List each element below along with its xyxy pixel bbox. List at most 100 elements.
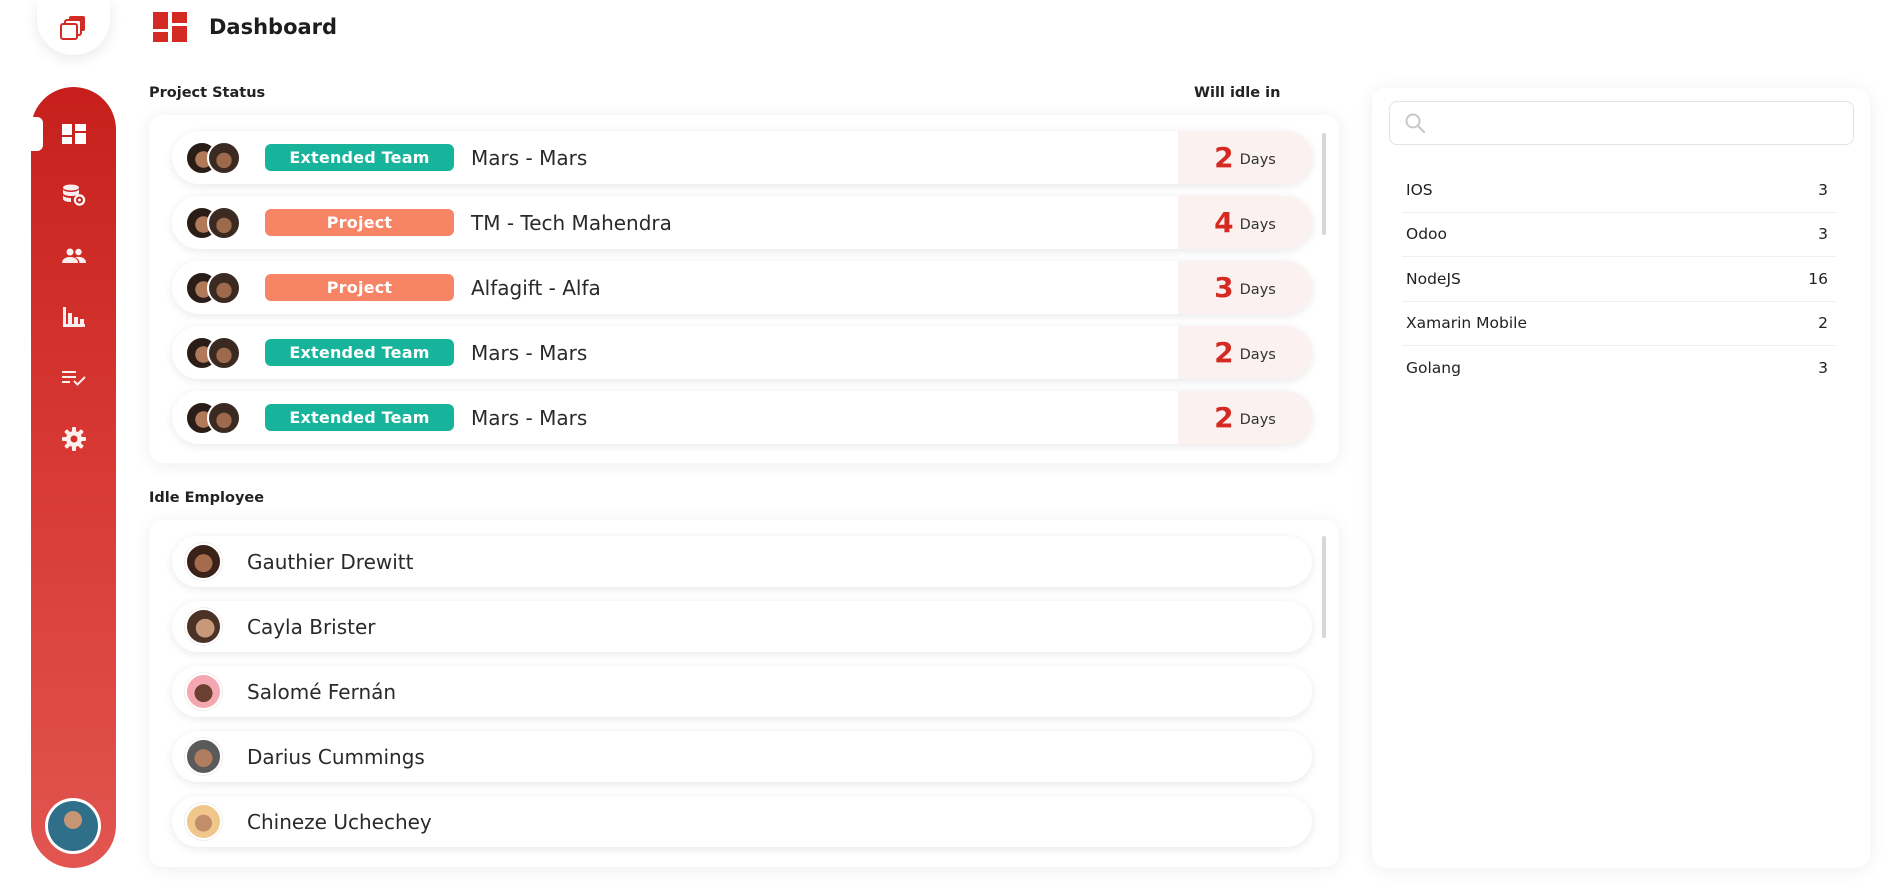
dashboard-icon — [153, 12, 187, 42]
team-avatars — [185, 140, 251, 175]
technology-name: Xamarin Mobile — [1406, 314, 1527, 333]
idle-days-unit: Days — [1239, 412, 1276, 428]
employee-name: Cayla Brister — [247, 614, 376, 639]
technology-list: IOS 3 Odoo 3 NodeJS 16 Xamarin Mobile 2 … — [1402, 168, 1836, 391]
team-avatars — [185, 205, 251, 240]
project-type-tag: Extended Team — [265, 144, 454, 171]
sidebar — [31, 87, 116, 868]
employee-scrollbar[interactable] — [1322, 536, 1326, 638]
employee-avatar — [185, 803, 222, 840]
list-item[interactable]: Golang 3 — [1402, 346, 1836, 391]
project-row[interactable]: Extended Team Mars - Mars 2 Days — [172, 131, 1312, 184]
people-icon — [61, 248, 86, 263]
idle-days: 2 Days — [1178, 326, 1312, 379]
project-row[interactable]: Extended Team Mars - Mars 2 Days — [172, 391, 1312, 444]
sidebar-item-people[interactable] — [31, 238, 116, 274]
project-row[interactable]: Project TM - Tech Mahendra 4 Days — [172, 196, 1312, 249]
avatar — [207, 140, 241, 175]
employee-row[interactable]: Cayla Brister — [172, 601, 1312, 652]
idle-days-number: 4 — [1214, 205, 1234, 239]
project-status-label: Project Status — [149, 85, 266, 101]
idle-days-number: 2 — [1214, 335, 1234, 369]
team-avatars — [185, 335, 251, 370]
search-icon-wrap — [1390, 112, 1440, 134]
employee-avatar — [185, 608, 222, 645]
technology-count: 2 — [1818, 314, 1828, 333]
sidebar-item-dashboard[interactable] — [31, 116, 116, 152]
technology-name: IOS — [1406, 180, 1433, 199]
employee-avatar — [185, 543, 222, 580]
project-type-tag: Project — [265, 274, 454, 301]
idle-employee-label: Idle Employee — [149, 490, 265, 506]
employee-avatar — [185, 738, 222, 775]
technology-count: 3 — [1818, 359, 1828, 378]
avatar — [207, 270, 241, 305]
search-box — [1389, 101, 1854, 145]
avatar — [207, 205, 241, 240]
gear-icon — [61, 427, 86, 451]
project-name: Mars - Mars — [471, 405, 588, 430]
project-row[interactable]: Project Alfagift - Alfa 3 Days — [172, 261, 1312, 314]
idle-days-number: 2 — [1214, 400, 1234, 434]
project-row[interactable]: Extended Team Mars - Mars 2 Days — [172, 326, 1312, 379]
employee-name: Gauthier Drewitt — [247, 549, 414, 574]
user-avatar[interactable] — [45, 798, 101, 854]
employee-row[interactable]: Chineze Uchechey — [172, 796, 1312, 847]
technology-name: Odoo — [1406, 225, 1448, 244]
avatar — [207, 400, 241, 435]
app-logo[interactable] — [37, 0, 110, 55]
project-status-panel: Extended Team Mars - Mars 2 Days Project … — [149, 115, 1339, 463]
database-settings-icon — [62, 184, 85, 206]
technology-count: 3 — [1818, 180, 1828, 199]
list-item[interactable]: Xamarin Mobile 2 — [1402, 302, 1836, 346]
project-type-tag: Extended Team — [265, 339, 454, 366]
idle-days-unit: Days — [1239, 152, 1276, 168]
idle-days: 2 Days — [1178, 131, 1312, 184]
employee-row[interactable]: Salomé Fernán — [172, 666, 1312, 717]
will-idle-in-label: Will idle in — [1194, 85, 1281, 101]
stacked-cards-icon — [59, 15, 85, 40]
search-input[interactable] — [1440, 102, 1853, 144]
sidebar-item-tasks[interactable] — [31, 360, 116, 396]
sidebar-item-reports[interactable] — [31, 299, 116, 335]
project-type-tag: Extended Team — [265, 404, 454, 431]
employee-name: Darius Cummings — [247, 744, 425, 769]
technology-count: 3 — [1818, 225, 1828, 244]
list-item[interactable]: Odoo 3 — [1402, 213, 1836, 257]
technology-name: NodeJS — [1406, 269, 1461, 288]
project-name: Alfagift - Alfa — [471, 275, 601, 300]
idle-days: 2 Days — [1178, 391, 1312, 444]
avatar — [207, 335, 241, 370]
list-item[interactable]: NodeJS 16 — [1402, 257, 1836, 302]
team-avatars — [185, 270, 251, 305]
idle-days-number: 3 — [1214, 270, 1234, 304]
employee-name: Chineze Uchechey — [247, 809, 432, 834]
employee-name: Salomé Fernán — [247, 679, 397, 704]
employee-avatar — [185, 673, 222, 710]
page-header: Dashboard — [153, 12, 337, 42]
employee-row[interactable]: Gauthier Drewitt — [172, 536, 1312, 587]
idle-days-number: 2 — [1214, 140, 1234, 174]
team-avatars — [185, 400, 251, 435]
employee-row[interactable]: Darius Cummings — [172, 731, 1312, 782]
idle-days: 4 Days — [1178, 196, 1312, 249]
sidebar-item-settings[interactable] — [31, 421, 116, 457]
page-title: Dashboard — [209, 15, 338, 39]
idle-days: 3 Days — [1178, 261, 1312, 314]
project-scrollbar[interactable] — [1322, 133, 1326, 235]
idle-days-unit: Days — [1239, 347, 1276, 363]
dashboard-icon — [61, 124, 86, 144]
sidebar-item-database-settings[interactable] — [31, 177, 116, 213]
technology-name: Golang — [1406, 359, 1461, 378]
technology-count: 16 — [1808, 269, 1828, 288]
project-name: Mars - Mars — [471, 340, 588, 365]
project-type-tag: Project — [265, 209, 454, 236]
idle-days-unit: Days — [1239, 217, 1276, 233]
checklist-icon — [61, 371, 86, 386]
idle-days-unit: Days — [1239, 282, 1276, 298]
search-icon — [1405, 113, 1426, 134]
project-name: TM - Tech Mahendra — [471, 210, 672, 235]
project-name: Mars - Mars — [471, 145, 588, 170]
user-photo — [48, 801, 98, 851]
list-item[interactable]: IOS 3 — [1402, 168, 1836, 213]
